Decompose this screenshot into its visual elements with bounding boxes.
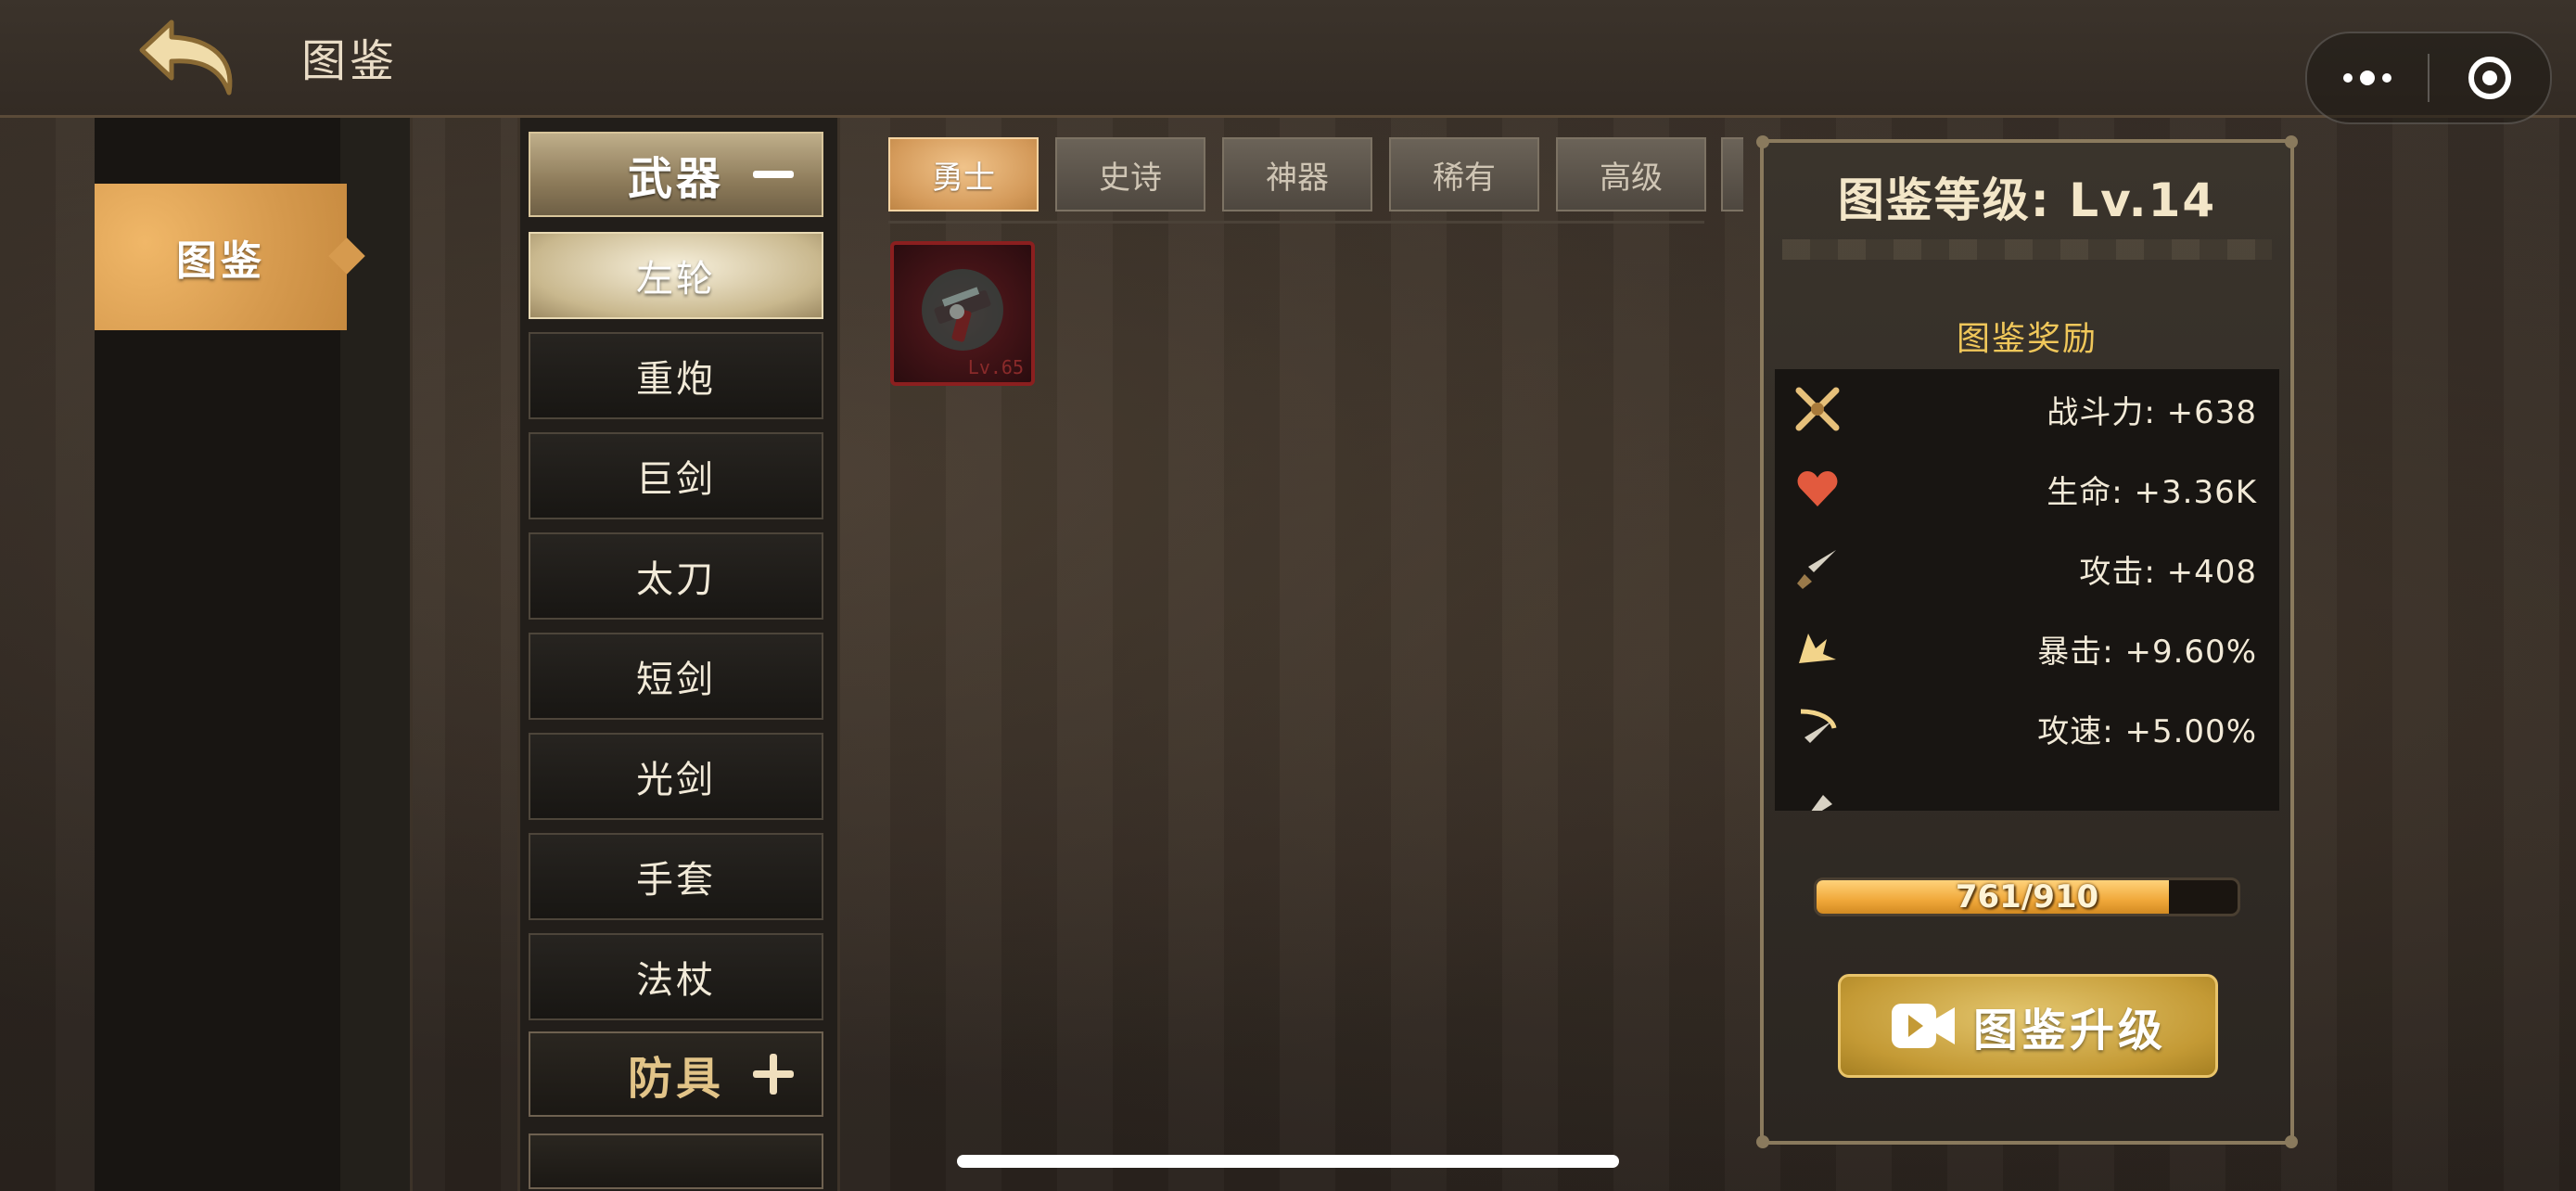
page-title: 图鉴 <box>301 35 399 87</box>
panel-corner <box>2285 1135 2298 1148</box>
sword-icon <box>1792 543 1843 595</box>
panel-corner <box>2285 135 2298 148</box>
more-button[interactable] <box>2307 33 2428 122</box>
home-indicator[interactable] <box>957 1155 1619 1168</box>
atlas-upgrade-button[interactable]: 图鉴升级 <box>1838 974 2218 1078</box>
crit-burst-icon <box>1792 622 1843 674</box>
move-speed-icon <box>1792 782 1843 811</box>
category-header-armor[interactable]: 防具 <box>529 1031 823 1117</box>
xp-progress-bar: 761/910 <box>1814 877 2240 916</box>
upgrade-button-label: 图鉴升级 <box>1972 1005 2166 1057</box>
heart-icon <box>1792 463 1843 515</box>
top-bar: 图鉴 <box>0 0 2576 124</box>
stat-text: 暴击: +9.60% <box>2037 633 2257 671</box>
category-header-weapons[interactable]: 武器 <box>529 132 823 217</box>
atlas-level-panel: 图鉴等级: Lv.14 图鉴奖励 战斗力: +638 生命: +3.36K 攻击… <box>1756 135 2298 1148</box>
close-button[interactable] <box>2429 33 2550 122</box>
stat-row-attack-speed: 攻速: +5.00% <box>1775 688 2279 768</box>
mini-program-capsule <box>2305 32 2552 124</box>
category-item-label: 手套 <box>636 859 716 902</box>
back-button[interactable] <box>134 13 246 102</box>
expand-plus-icon <box>751 1052 796 1096</box>
category-item-label: 光剑 <box>636 759 716 801</box>
stat-text: 战斗力: +638 <box>2047 393 2257 431</box>
left-nav-tab-label: 图鉴 <box>176 237 265 285</box>
item-level: Lv.65 <box>967 356 1024 378</box>
rarity-tab[interactable]: 史诗 <box>1055 137 1205 211</box>
stat-text: 生命: +3.36K <box>2047 473 2257 511</box>
rarity-tab-overflow[interactable] <box>1721 137 1743 211</box>
category-item-label: 重炮 <box>636 358 716 401</box>
target-circle-icon <box>2468 57 2511 99</box>
category-item[interactable]: 手套 <box>529 833 823 920</box>
attack-speed-icon <box>1792 702 1843 754</box>
stat-text: 攻速: +5.00% <box>2037 712 2257 750</box>
category-item-label: 法杖 <box>636 959 716 1002</box>
category-header-label: 武器 <box>627 153 724 205</box>
more-dots-icon <box>2343 70 2391 85</box>
item-card[interactable]: Lv.65 <box>890 241 1035 386</box>
rarity-tab[interactable]: 神器 <box>1222 137 1372 211</box>
rarity-tab[interactable]: 高级 <box>1556 137 1706 211</box>
category-item[interactable]: 法杖 <box>529 933 823 1020</box>
category-item[interactable]: 短剑 <box>529 633 823 720</box>
stat-row-attack: 攻击: +408 <box>1775 529 2279 608</box>
category-item[interactable]: 左轮 <box>529 232 823 319</box>
stats-list[interactable]: 战斗力: +638 生命: +3.36K 攻击: +408 暴击: +9.60%… <box>1775 369 2279 811</box>
xp-progress-text: 761/910 <box>1955 878 2099 916</box>
category-header-label: 防具 <box>627 1053 724 1105</box>
stat-row-partial <box>1775 768 2279 811</box>
video-camera-icon <box>1891 1004 1955 1048</box>
category-item-label: 太刀 <box>636 558 716 601</box>
category-item[interactable]: 光剑 <box>529 733 823 820</box>
back-arrow-icon <box>139 19 233 96</box>
revolver-item-icon <box>922 269 1003 351</box>
stat-row-hp: 生命: +3.36K <box>1775 449 2279 529</box>
category-item-label: 短剑 <box>636 659 716 701</box>
rarity-tab[interactable]: 稀有 <box>1389 137 1539 211</box>
panel-corner <box>1756 1135 1769 1148</box>
left-nav-tab-atlas[interactable]: 图鉴 <box>95 184 365 330</box>
crossed-swords-icon <box>1792 383 1843 435</box>
rarity-tab[interactable]: 勇士 <box>888 137 1039 211</box>
category-header-partial[interactable] <box>529 1133 823 1189</box>
stat-row-crit: 暴击: +9.60% <box>1775 608 2279 688</box>
category-item[interactable]: 太刀 <box>529 532 823 620</box>
stat-row-power: 战斗力: +638 <box>1775 369 2279 449</box>
category-item-label: 巨剑 <box>636 458 716 501</box>
panel-corner <box>1756 135 1769 148</box>
atlas-level-title: 图鉴等级: Lv.14 <box>1837 173 2217 227</box>
reward-title: 图鉴奖励 <box>1956 320 2098 358</box>
title-divider <box>1782 239 2272 260</box>
tab-underline <box>888 221 1704 224</box>
category-item-label: 左轮 <box>636 258 716 301</box>
collapse-minus-icon <box>751 152 796 197</box>
category-item[interactable]: 重炮 <box>529 332 823 419</box>
category-item[interactable]: 巨剑 <box>529 432 823 519</box>
stat-text: 攻击: +408 <box>2079 553 2257 591</box>
